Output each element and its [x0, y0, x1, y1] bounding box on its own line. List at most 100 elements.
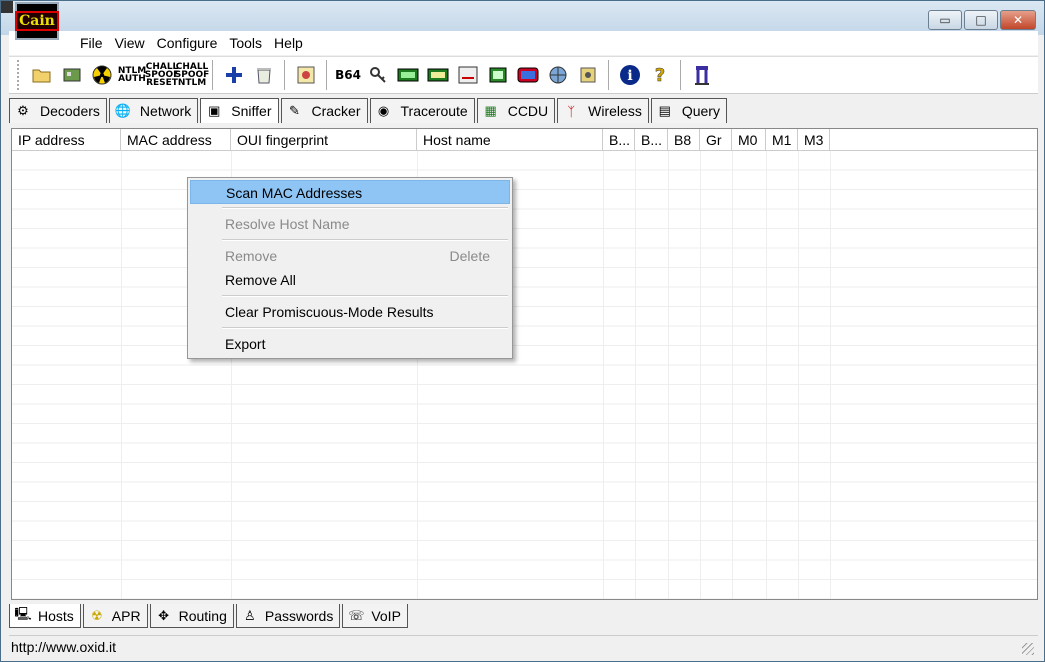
ntlm-auth-icon[interactable]: NTLM AUTH [118, 63, 146, 87]
column-b8[interactable]: B8 [668, 129, 700, 150]
module-tabs: ⚙ Decoders 🌐 Network ▣ Sniffer ✎ Cracker ◉ Tr… [9, 98, 729, 123]
menu-view[interactable]: View [110, 31, 150, 55]
column-mac-address[interactable]: MAC address [121, 129, 231, 150]
list-grid [12, 151, 1037, 599]
certificate-icon[interactable] [294, 63, 318, 87]
routing-icon: ✥ [158, 607, 170, 623]
context-menu: Scan MAC Addresses Resolve Host Name Rem… [187, 177, 513, 359]
decoder-icon: ⚙ [17, 103, 29, 118]
toolbar-separator [284, 60, 286, 90]
traceroute-icon: ◉ [377, 103, 390, 118]
menu-file[interactable]: File [75, 31, 108, 55]
column-b1[interactable]: B... [603, 129, 635, 150]
vpn2-icon[interactable] [426, 63, 450, 87]
menu-item-export[interactable]: Export [190, 332, 510, 356]
cracker-icon: ✎ [289, 103, 300, 118]
menu-item-remove-all[interactable]: Remove All [190, 268, 510, 292]
toolbar-separator [326, 60, 328, 90]
close-button[interactable]: ✕ [1000, 10, 1036, 30]
tab-traceroute[interactable]: ◉ Traceroute [369, 98, 475, 123]
globe-icon: 🌐 [114, 103, 132, 118]
column-m1[interactable]: M1 [766, 129, 798, 150]
vpn-icon[interactable] [396, 63, 420, 87]
toolbar-separator [608, 60, 610, 90]
resize-grip[interactable] [1022, 643, 1034, 655]
open-folder-icon[interactable] [30, 63, 54, 87]
column-oui-fingerprint[interactable]: OUI fingerprint [231, 129, 417, 150]
toolbar: NTLM AUTH CHALL SPOOF RESET CHALL SPOOF … [9, 56, 1038, 94]
main-window: Cain ▭ □ ✕ File View Configure Tools Hel… [0, 0, 1045, 662]
voip-icon: ☏ [348, 607, 365, 623]
tab-wireless[interactable]: ᛉ Wireless [557, 98, 649, 123]
menu-help[interactable]: Help [269, 31, 308, 55]
tab-ccdu[interactable]: ▦ CCDU [476, 98, 556, 123]
tab-query[interactable]: ▤ Query [650, 98, 727, 123]
menu-separator [190, 324, 510, 332]
svg-text:i: i [627, 68, 632, 84]
add-icon[interactable] [222, 63, 246, 87]
menu-item-clear-promiscuous-results[interactable]: Clear Promiscuous-Mode Results [190, 300, 510, 324]
recycle-bin-icon[interactable] [252, 63, 276, 87]
status-bar: http://www.oxid.it [9, 635, 1038, 657]
tab-decoders[interactable]: ⚙ Decoders [9, 98, 107, 123]
sniffer-icon: ▣ [208, 103, 221, 118]
globe-icon[interactable] [546, 63, 570, 87]
menu-item-resolve-host-name[interactable]: Resolve Host Name [190, 212, 510, 236]
hosts-list[interactable]: IP address MAC address OUI fingerprint H… [11, 128, 1038, 600]
tab-routing[interactable]: ✥ Routing [149, 604, 234, 628]
chall-spoof-reset-icon[interactable]: CHALL SPOOF RESET [145, 63, 180, 88]
tab-passwords[interactable]: ♙ Passwords [235, 604, 341, 628]
help-icon[interactable]: ? [648, 63, 672, 87]
usb-icon[interactable] [690, 63, 714, 87]
status-text: http://www.oxid.it [11, 639, 117, 655]
system-menu-corner[interactable] [1, 1, 13, 13]
info-icon[interactable]: i [618, 63, 642, 87]
column-gr[interactable]: Gr [700, 129, 732, 150]
column-ip-address[interactable]: IP address [12, 129, 121, 150]
computer-icon: 🖳 [14, 605, 32, 621]
menu-separator [190, 292, 510, 300]
maximize-button[interactable]: □ [964, 10, 998, 30]
chip-icon[interactable] [486, 63, 510, 87]
radiation-icon: ☢ [90, 607, 103, 623]
menu-separator [190, 204, 510, 212]
lock-icon[interactable] [576, 63, 600, 87]
toolbar-separator [212, 60, 214, 90]
menu-separator [190, 236, 510, 244]
tab-apr[interactable]: ☢ APR [82, 604, 148, 628]
column-m0[interactable]: M0 [732, 129, 766, 150]
svg-text:?: ? [655, 65, 665, 86]
menu-item-scan-mac-addresses[interactable]: Scan MAC Addresses [190, 180, 510, 204]
rsa-icon[interactable] [456, 63, 480, 87]
menu-bar: File View Configure Tools Help [9, 31, 1038, 55]
tab-network[interactable]: 🌐 Network [108, 98, 199, 123]
title-bar[interactable]: Cain ▭ □ ✕ [1, 1, 1044, 40]
chall-spoof-ntlm-icon[interactable]: CHALL SPOOF NTLM [175, 63, 210, 88]
menu-configure[interactable]: Configure [152, 31, 223, 55]
minimize-button[interactable]: ▭ [928, 10, 962, 30]
network-card-icon[interactable] [60, 63, 84, 87]
menu-item-remove[interactable]: Remove Delete [190, 244, 510, 268]
list-header: IP address MAC address OUI fingerprint H… [12, 129, 1037, 151]
display-icon[interactable] [516, 63, 540, 87]
tab-hosts[interactable]: 🖳 Hosts [9, 604, 81, 628]
key-icon[interactable] [366, 63, 390, 87]
column-b2[interactable]: B... [635, 129, 668, 150]
tab-sniffer[interactable]: ▣ Sniffer [200, 98, 279, 123]
toolbar-grip[interactable] [17, 60, 21, 90]
sniffer-subtabs: 🖳 Hosts ☢ APR ✥ Routing ♙ Passwords ☏ VoIP [9, 604, 410, 628]
base64-icon[interactable]: B64 [335, 63, 361, 87]
menu-tools[interactable]: Tools [224, 31, 267, 55]
tab-cracker[interactable]: ✎ Cracker [280, 98, 368, 123]
column-host-name[interactable]: Host name [417, 129, 603, 150]
user-icon: ♙ [244, 607, 256, 623]
app-logo: Cain [15, 2, 59, 40]
ccdu-icon: ▦ [484, 103, 497, 118]
query-icon: ▤ [658, 103, 671, 118]
antenna-icon: ᛉ [567, 103, 576, 119]
column-m3[interactable]: M3 [798, 129, 830, 150]
tab-voip[interactable]: ☏ VoIP [342, 604, 408, 628]
radiation-icon[interactable] [90, 63, 114, 87]
shortcut-label: Delete [449, 248, 490, 264]
toolbar-separator [680, 60, 682, 90]
